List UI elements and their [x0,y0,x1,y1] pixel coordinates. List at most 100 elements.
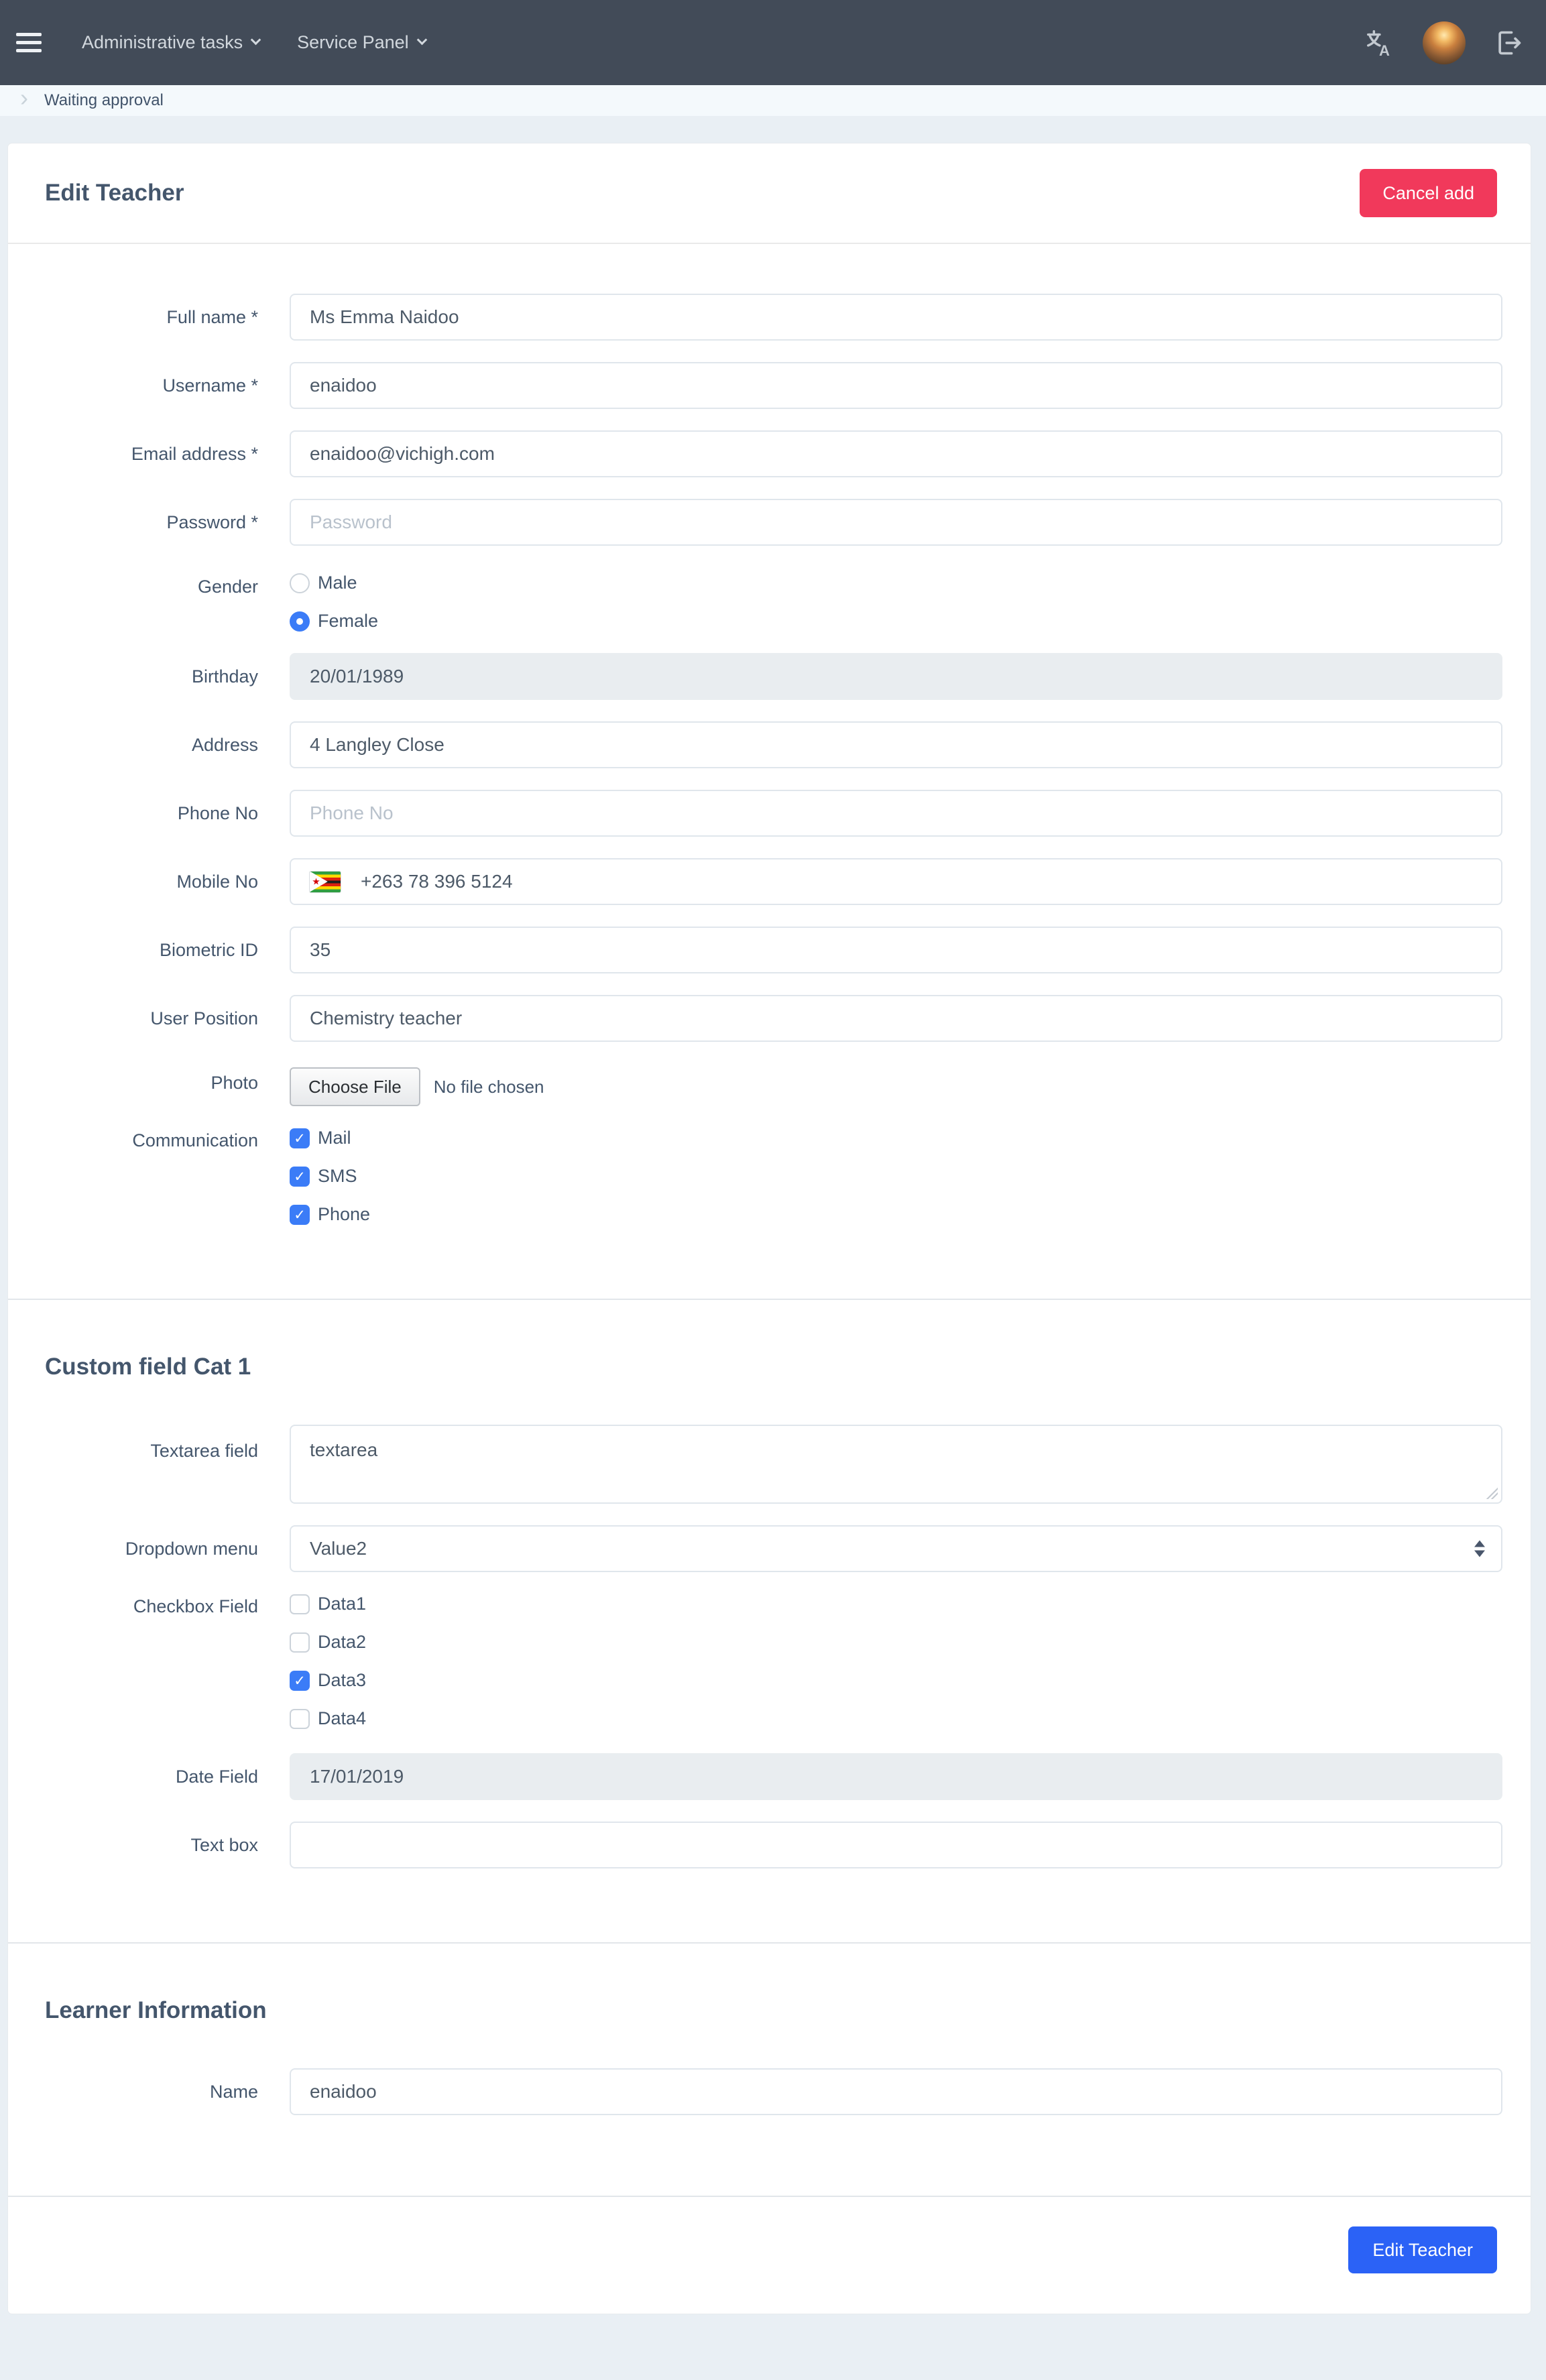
phone-label: Phone No [177,803,258,823]
radio-unchecked-icon[interactable] [290,573,310,593]
password-label: Password * [166,512,258,532]
communication-option-phone[interactable]: Phone [290,1204,1502,1225]
form-row-phone: Phone No [8,790,1531,837]
biometric-id-input[interactable] [290,927,1502,973]
select-arrows-icon [1474,1540,1485,1557]
form-row-password: Password * [8,499,1531,546]
cancel-add-button[interactable]: Cancel add [1360,169,1497,217]
hamburger-menu-icon[interactable] [13,24,44,61]
form-row-date-field: Date Field [8,1753,1531,1800]
dropdown-menu-select[interactable]: Value2 [290,1525,1502,1572]
textarea-field-input[interactable]: textarea [290,1425,1502,1504]
checkbox-label: Data3 [318,1670,367,1690]
date-field-input[interactable] [290,1753,1502,1800]
selected-value: Value2 [310,1538,367,1559]
custom-field-section: Custom field Cat 1 Textarea field textar… [8,1299,1531,1942]
learner-name-label: Name [209,2082,258,2102]
checkbox-unchecked-icon[interactable] [290,1632,310,1653]
checkbox-unchecked-icon[interactable] [290,1708,310,1729]
form-row-gender: Gender Male Female [8,567,1531,632]
chevron-down-icon [416,34,427,46]
email-input[interactable] [290,430,1502,477]
gender-label: Gender [197,577,258,597]
photo-label: Photo [211,1073,258,1093]
form-row-email: Email address * [8,430,1531,477]
file-status-text: No file chosen [433,1076,544,1097]
form-row-biometric-id: Biometric ID [8,927,1531,973]
form-row-birthday: Birthday [8,653,1531,700]
form-row-full-name: Full name * [8,294,1531,341]
textarea-wrap: textarea [290,1425,1502,1504]
card-header: Edit Teacher Cancel add [8,143,1531,244]
mobile-input[interactable]: +263 78 396 5124 [290,858,1502,905]
choose-file-button[interactable]: Choose File [290,1067,420,1106]
checkbox-option-data2[interactable]: Data2 [290,1632,1502,1653]
password-input[interactable] [290,499,1502,546]
navbar-right: A [1364,21,1523,64]
navbar-left: Administrative tasks Service Panel [13,24,427,61]
full-name-label: Full name * [166,307,258,327]
checkbox-field-label: Checkbox Field [133,1596,258,1616]
checkbox-unchecked-icon[interactable] [290,1594,310,1614]
checkbox-label: Mail [318,1128,351,1148]
gender-option-female[interactable]: Female [290,611,1502,632]
svg-text:A: A [1379,42,1390,58]
form-row-user-position: User Position [8,995,1531,1042]
learner-name-input[interactable] [290,2068,1502,2115]
phone-input[interactable] [290,790,1502,837]
full-name-input[interactable] [290,294,1502,341]
address-input[interactable] [290,721,1502,768]
birthday-input[interactable] [290,653,1502,700]
username-input[interactable] [290,362,1502,409]
chevron-right-icon: › [20,84,28,111]
user-position-input[interactable] [290,995,1502,1042]
nav-item-label: Service Panel [297,32,409,52]
photo-file-input: Choose File No file chosen [290,1063,1502,1106]
checkbox-checked-icon[interactable] [290,1670,310,1691]
text-box-input[interactable] [290,1822,1502,1868]
text-box-label: Text box [190,1835,258,1855]
learner-section-title: Learner Information [45,1997,267,2023]
custom-section-title: Custom field Cat 1 [45,1354,251,1380]
checkbox-checked-icon[interactable] [290,1166,310,1187]
checkbox-option-data3[interactable]: Data3 [290,1670,1502,1691]
translate-icon[interactable]: A [1364,27,1394,58]
breadcrumb: › Waiting approval [0,85,1546,116]
address-label: Address [191,735,258,755]
biometric-id-label: Biometric ID [159,940,258,960]
form-row-photo: Photo Choose File No file chosen [8,1063,1531,1106]
birthday-label: Birthday [191,666,258,687]
radio-label: Female [318,611,379,631]
checkbox-option-data1[interactable]: Data1 [290,1594,1502,1614]
breadcrumb-item: Waiting approval [44,91,164,109]
communication-option-mail[interactable]: Mail [290,1128,1502,1148]
checkbox-label: Data4 [318,1708,367,1728]
form-row-textarea-field: Textarea field textarea [8,1425,1531,1504]
form-row-dropdown-menu: Dropdown menu Value2 [8,1525,1531,1572]
learner-information-section: Learner Information Name [8,1942,1531,2196]
logout-icon[interactable] [1494,28,1523,58]
checkbox-checked-icon[interactable] [290,1204,310,1225]
form-row-checkbox-field: Checkbox Field Data1 Data2 Data3 Data4 [8,1594,1531,1729]
communication-option-sms[interactable]: SMS [290,1166,1502,1187]
radio-label: Male [318,573,357,593]
form-row-communication: Communication Mail SMS Phone [8,1128,1531,1225]
radio-checked-icon[interactable] [290,611,310,632]
checkbox-label: Data1 [318,1594,367,1614]
mobile-number-text: +263 78 396 5124 [361,871,513,892]
form-row-address: Address [8,721,1531,768]
dropdown-menu-label: Dropdown menu [125,1539,258,1559]
checkbox-label: Phone [318,1204,371,1224]
zimbabwe-flag-icon [310,871,341,892]
checkbox-checked-icon[interactable] [290,1128,310,1148]
edit-teacher-submit-button[interactable]: Edit Teacher [1348,2226,1497,2273]
checkbox-option-data4[interactable]: Data4 [290,1708,1502,1729]
nav-administrative-tasks[interactable]: Administrative tasks [82,32,261,53]
email-label: Email address * [131,444,258,464]
user-position-label: User Position [150,1008,258,1028]
nav-service-panel[interactable]: Service Panel [297,32,427,53]
form-row-text-box: Text box [8,1822,1531,1942]
top-navbar: Administrative tasks Service Panel A [0,0,1546,85]
avatar[interactable] [1423,21,1466,64]
gender-option-male[interactable]: Male [290,573,1502,593]
